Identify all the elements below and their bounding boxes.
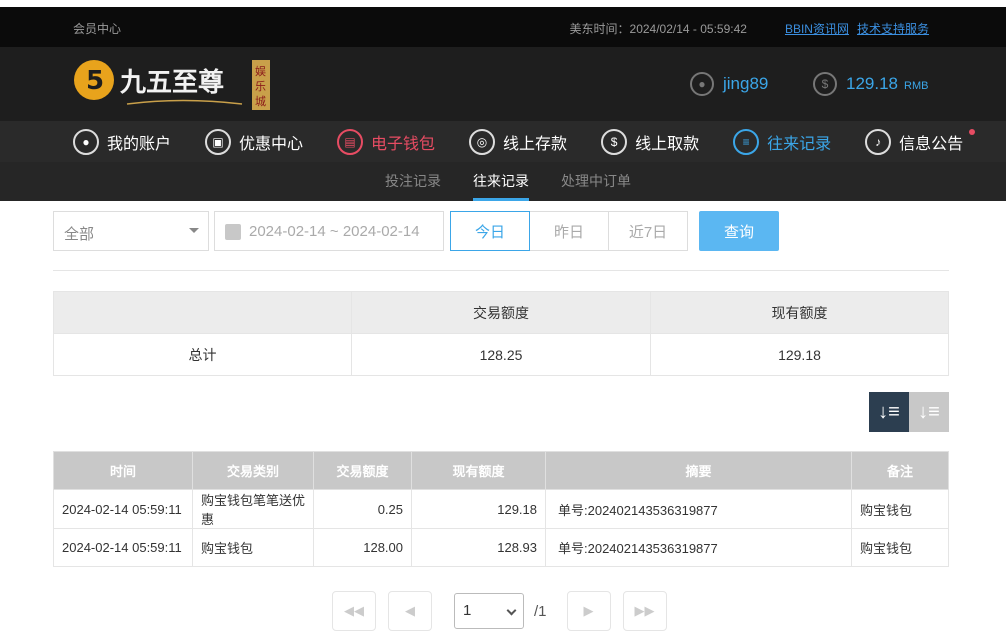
top-bar: 会员中心 美东时间：2024/02/14 - 05:59:42 BBIN资讯网 … (0, 7, 1006, 47)
nav-withdraw[interactable]: $ 线上取款 (601, 121, 699, 162)
filter-bar: 全部 2024-02-14 ~ 2024-02-14 今日 昨日 近7日 查询 (53, 211, 949, 251)
nav-label: 线上存款 (503, 135, 568, 153)
next-page-icon[interactable]: ▶ (566, 591, 611, 631)
cell-trade-amount: 128.00 (313, 528, 412, 567)
cell-summary: 单号:20240214353631987​7 (545, 528, 852, 567)
svg-text:娱: 娱 (255, 64, 266, 78)
col-time: 时间 (53, 451, 193, 490)
tab-transaction-records[interactable]: 往来记录 (457, 162, 545, 201)
cell-type: 购宝钱包笔笔送优惠 (192, 489, 314, 529)
tech-support-link[interactable]: 技术支持服务 (857, 20, 929, 37)
user-icon: ● (73, 128, 99, 155)
cell-current-amount: 128.93 (411, 528, 546, 567)
last-7-days-button[interactable]: 近7日 (608, 211, 688, 251)
logo-text: 九五至尊 (119, 67, 224, 98)
total-pages: /1 (534, 603, 547, 620)
nav-label: 电子钱包 (371, 135, 436, 153)
first-page-icon[interactable]: ◀◀ (332, 591, 376, 631)
date-range-input[interactable]: 2024-02-14 ~ 2024-02-14 (214, 211, 444, 251)
nav-label: 线上取款 (635, 135, 700, 153)
nav-label: 往来记录 (767, 135, 832, 153)
record-icon: ≡ (733, 128, 760, 155)
withdraw-icon: $ (601, 128, 628, 155)
prev-page-icon[interactable]: ◀ (388, 591, 432, 631)
page-select[interactable]: 1 (454, 593, 524, 629)
tab-pending-orders[interactable]: 处理中订单 (545, 162, 647, 201)
col-remark: 备注 (851, 451, 949, 490)
date-range-value: 2024-02-14 ~ 2024-02-14 (249, 223, 420, 240)
nav-deposit[interactable]: ◎ 线上存款 (469, 121, 567, 162)
query-button[interactable]: 查询 (699, 211, 779, 251)
col-trade-amount: 交易额度 (313, 451, 412, 490)
svg-text:乐: 乐 (255, 80, 266, 93)
deposit-icon: ◎ (469, 128, 496, 155)
pagination: ◀◀ ◀ 1 /1 ▶ ▶▶ (332, 591, 679, 631)
summary-header-trade: 交易额度 (351, 291, 651, 334)
balance-value: 129.18 (846, 74, 898, 93)
nav-label: 信息公告 (899, 135, 964, 153)
bell-icon: ♪ (865, 128, 892, 155)
eastern-time: 美东时间：2024/02/14 - 05:59:42 (569, 22, 747, 36)
cell-remark: 购宝钱包 (851, 528, 949, 567)
cell-summary: 单号:20240214353631987​7 (545, 489, 852, 529)
today-button[interactable]: 今日 (450, 211, 530, 251)
cell-current-amount: 129.18 (411, 489, 546, 529)
page-select-value: 1 (463, 602, 472, 619)
col-type: 交易类别 (192, 451, 314, 490)
yesterday-button[interactable]: 昨日 (529, 211, 609, 251)
dollar-icon: $ (813, 72, 837, 96)
records-table: 时间 交易类别 交易额度 现有额度 摘要 备注 2024-02-14 05:59… (53, 451, 949, 567)
user-info[interactable]: ● jing89 (690, 72, 768, 96)
summary-current-value: 129.18 (650, 333, 949, 376)
nav-e-wallet[interactable]: ▤ 电子钱包 (337, 121, 435, 162)
calendar-icon (225, 224, 241, 240)
svg-text:5: 5 (86, 66, 104, 96)
logo[interactable]: 5 九五至尊 娱 乐 城 (72, 55, 272, 113)
username: jing89 (723, 74, 769, 93)
svg-text:城: 城 (255, 95, 266, 108)
gift-icon: ▣ (205, 128, 232, 155)
table-row: 2024-02-14 05:59:11 购宝钱包笔笔送优惠 0.25 129.1… (53, 489, 949, 529)
last-page-icon[interactable]: ▶▶ (622, 591, 667, 631)
notification-dot (969, 129, 976, 135)
type-select-value: 全部 (64, 226, 95, 243)
sub-nav: 投注记录 往来记录 处理中订单 (0, 162, 1006, 201)
col-summary: 摘要 (545, 451, 852, 490)
cell-time: 2024-02-14 05:59:11 (53, 489, 193, 529)
summary-table: 交易额度 现有额度 总计 128.25 129.18 (53, 291, 949, 376)
summary-total-label: 总计 (53, 333, 352, 376)
header: 5 九五至尊 娱 乐 城 ● jing89 $ 129.18 RMB (0, 47, 1006, 121)
nav-promotions[interactable]: ▣ 优惠中心 (205, 121, 303, 162)
nav-announcements[interactable]: ♪ 信息公告 (865, 121, 976, 162)
table-row: 2024-02-14 05:59:11 购宝钱包 128.00 128.93 单… (53, 528, 949, 567)
nav-records[interactable]: ≡ 往来记录 (733, 121, 831, 162)
divider (53, 270, 949, 271)
col-current-amount: 现有额度 (411, 451, 546, 490)
user-icon: ● (690, 72, 714, 96)
sort-controls: ↓≡ ↓≡ (869, 392, 949, 432)
summary-header-empty (53, 291, 352, 334)
member-center-label: 会员中心 (73, 22, 122, 36)
wallet-icon: ▤ (337, 128, 364, 155)
cell-time: 2024-02-14 05:59:11 (53, 528, 193, 567)
type-select[interactable]: 全部 (53, 211, 209, 251)
summary-trade-value: 128.25 (351, 333, 651, 376)
sort-desc-icon[interactable]: ↓≡ (869, 392, 909, 432)
caret-down-icon (189, 228, 199, 238)
main-nav: ● 我的账户 ▣ 优惠中心 ▤ 电子钱包 ◎ 线上存款 $ 线上取款 ≡ 往来记录 ♪ 信息公… (0, 121, 1006, 162)
nav-label: 我的账户 (107, 135, 172, 153)
balance-info: $ 129.18 RMB (813, 72, 928, 96)
chevron-down-icon (506, 605, 517, 616)
cell-remark: 购宝钱包 (851, 489, 949, 529)
cell-trade-amount: 0.25 (313, 489, 412, 529)
nav-label: 优惠中心 (239, 135, 304, 153)
tab-bet-records[interactable]: 投注记录 (369, 162, 457, 201)
nav-my-account[interactable]: ● 我的账户 (73, 121, 171, 162)
summary-header-current: 现有额度 (650, 291, 949, 334)
cell-type: 购宝钱包 (192, 528, 314, 567)
balance-unit: RMB (904, 79, 929, 92)
sort-asc-icon[interactable]: ↓≡ (909, 392, 949, 432)
bbin-news-link[interactable]: BBIN资讯网 (785, 20, 849, 37)
